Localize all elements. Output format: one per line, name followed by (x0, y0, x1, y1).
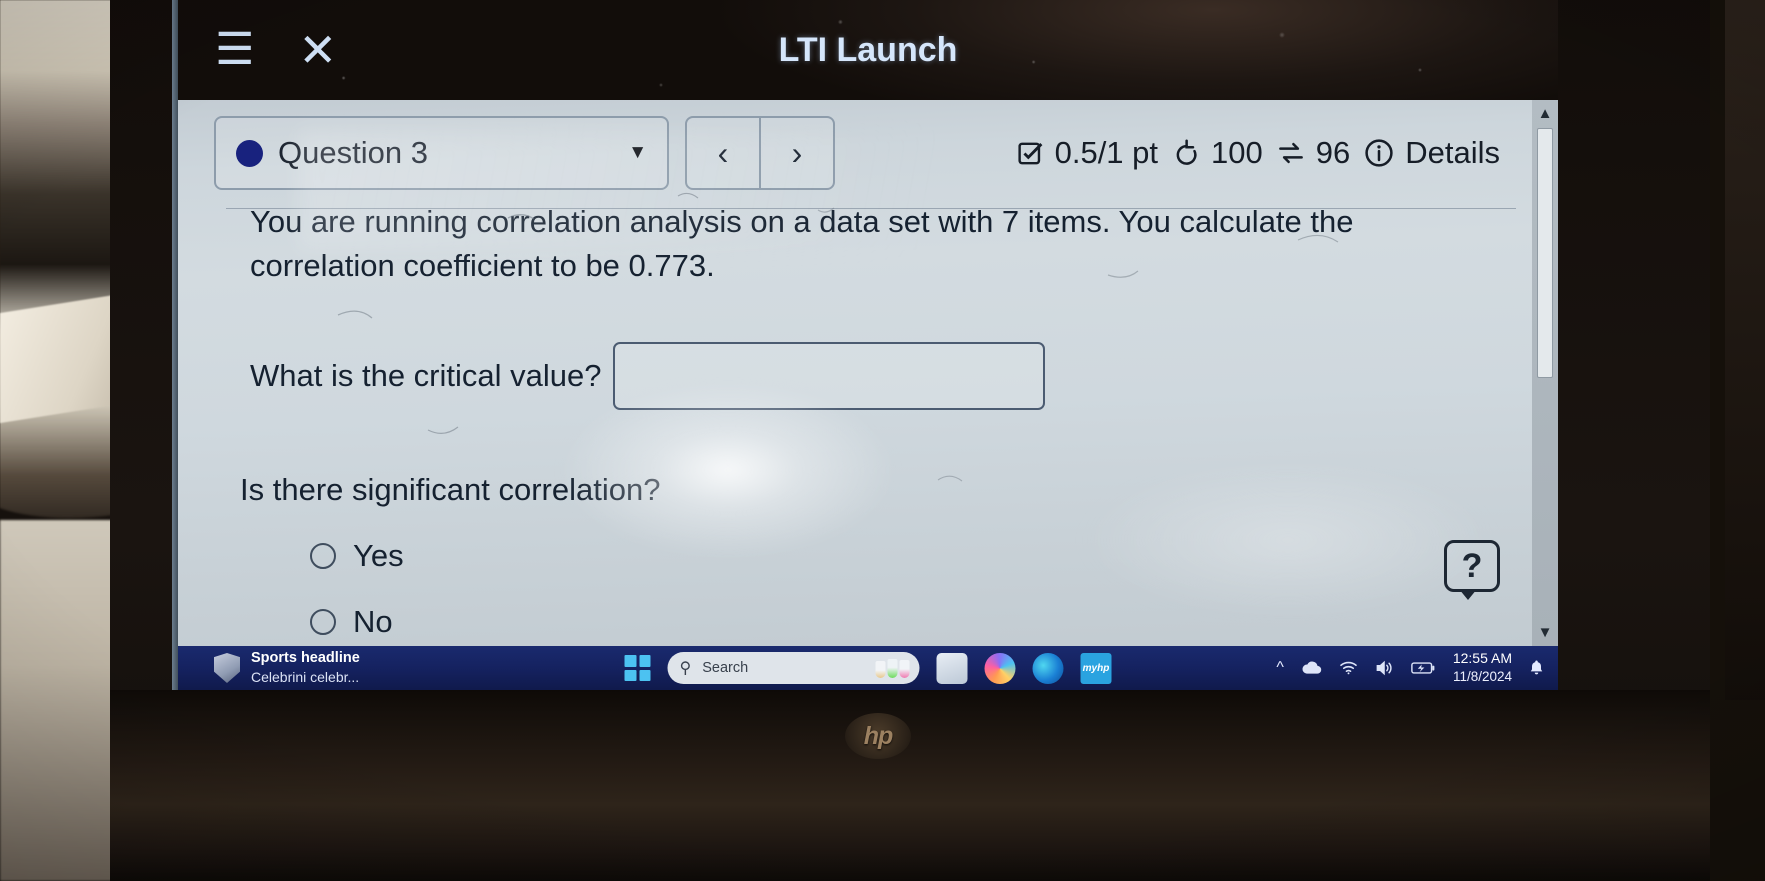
news-text: Sports headline Celebrini celebr... (251, 648, 360, 688)
radio-circle-icon (310, 543, 336, 569)
my-hp-icon[interactable]: myhp (1080, 652, 1112, 684)
clock-date: 11/8/2024 (1452, 669, 1512, 685)
news-headline: Sports headline (251, 649, 360, 666)
laptop-bottom-bezel (110, 690, 1710, 881)
question-prompt: You are running correlation analysis on … (178, 200, 1558, 288)
nhl-shield-icon (214, 652, 240, 683)
question-prompt-line-1: You are running correlation analysis on … (250, 204, 1354, 239)
question-selector-dropdown[interactable]: Question 3 ▼ (214, 116, 669, 190)
radio-circle-icon (310, 609, 336, 635)
question-label: Question 3 (278, 135, 428, 170)
question-status-dot (236, 139, 263, 167)
undo-arrow-icon (1171, 138, 1201, 168)
radio-label-no: No (353, 604, 393, 639)
critical-value-label: What is the critical value? (250, 358, 602, 393)
radio-option-yes[interactable]: Yes (178, 538, 1558, 574)
previous-question-button[interactable]: ‹ (685, 116, 760, 190)
copilot-icon[interactable] (984, 652, 1016, 684)
search-icon: ⚲ (679, 660, 692, 677)
critical-value-input[interactable] (613, 342, 1046, 410)
question-status-group: 0.5/1 pt 100 96 Details (1016, 135, 1514, 171)
photo-of-laptop-screen: hp ☰ ✕ LTI Launch Question 3 ▼ ‹ › 0.5/1… (0, 0, 1765, 881)
app-title: LTI Launch (778, 30, 958, 69)
significance-question-label: Is there significant correlation? (240, 472, 661, 507)
app-header: ☰ ✕ LTI Launch (178, 0, 1558, 100)
checkbox-icon (1016, 139, 1045, 168)
info-circle-icon (1363, 137, 1395, 169)
details-button[interactable]: Details (1363, 135, 1500, 171)
quiz-page: Question 3 ▼ ‹ › 0.5/1 pt 100 96 Details… (178, 100, 1558, 646)
next-question-button[interactable]: › (760, 116, 835, 190)
search-placeholder: Search (702, 660, 749, 676)
battery-charging-icon[interactable] (1411, 661, 1436, 675)
question-toolbar: Question 3 ▼ ‹ › 0.5/1 pt 100 96 Details (214, 114, 1514, 192)
critical-value-row: What is the critical value? (178, 342, 1558, 410)
system-tray: ^ 12:55 AM 11/8/2024 (1276, 649, 1544, 686)
news-subtext: Celebrini celebr... (251, 669, 360, 686)
laptop-screen: ☰ ✕ LTI Launch Question 3 ▼ ‹ › 0.5/1 pt… (178, 0, 1558, 690)
windows-taskbar: Sports headline Celebrini celebr... ⚲ Se… (178, 646, 1558, 690)
radio-label-yes: Yes (353, 538, 404, 573)
radio-option-no[interactable]: No (178, 604, 1558, 640)
start-button[interactable] (624, 655, 651, 681)
wifi-icon[interactable] (1339, 660, 1358, 675)
question-prompt-line-2: correlation coefficient to be 0.773. (250, 248, 715, 283)
swap-arrows-icon (1276, 138, 1306, 168)
cloud-icon[interactable] (1301, 660, 1322, 675)
taskbar-center-group: ⚲ Search myhp (624, 652, 1112, 684)
help-button[interactable]: ? (1444, 540, 1500, 600)
attempts-group: 100 (1171, 135, 1263, 171)
swaps-value: 96 (1315, 135, 1351, 170)
background-right-edge (1725, 0, 1765, 700)
news-widget[interactable]: Sports headline Celebrini celebr... (214, 648, 360, 688)
volume-icon[interactable] (1375, 660, 1394, 676)
score-value: 0.5/1 pt (1054, 135, 1159, 170)
tray-overflow-icon[interactable]: ^ (1276, 659, 1284, 677)
clock-time: 12:55 AM (1452, 650, 1512, 667)
question-content: You are running correlation analysis on … (178, 200, 1558, 640)
hp-logo: hp (845, 713, 911, 759)
clock[interactable]: 12:55 AM 11/8/2024 (1453, 649, 1512, 686)
chevron-down-icon: ▼ (628, 142, 647, 163)
details-label: Details (1405, 135, 1500, 170)
lab-flask-icons (875, 658, 910, 678)
swaps-group: 96 (1276, 135, 1350, 171)
scroll-up-arrow-icon[interactable]: ▲ (1538, 105, 1553, 122)
score-group: 0.5/1 pt (1016, 135, 1158, 171)
bell-icon[interactable] (1529, 659, 1544, 676)
scrollbar-thumb[interactable] (1537, 128, 1553, 378)
attempts-value: 100 (1211, 135, 1263, 170)
page-scrollbar[interactable]: ▲ ▼ (1532, 100, 1558, 646)
scroll-down-arrow-icon[interactable]: ▼ (1538, 624, 1553, 641)
file-explorer-icon[interactable] (936, 652, 968, 684)
search-input[interactable]: ⚲ Search (667, 652, 920, 684)
microsoft-edge-icon[interactable] (1032, 652, 1064, 684)
